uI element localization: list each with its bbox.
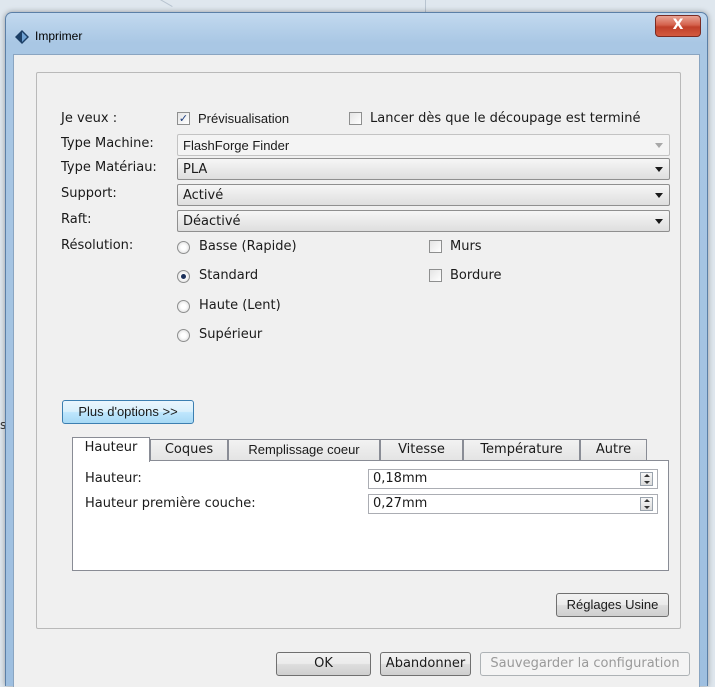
chevron-down-icon	[655, 219, 663, 224]
resolution-low-label: Basse (Rapide)	[199, 239, 297, 254]
factory-reset-button[interactable]: Réglages Usine	[556, 593, 669, 617]
resolution-standard-radio[interactable]	[177, 270, 190, 283]
walls-label: Murs	[450, 239, 482, 254]
ok-button[interactable]: OK	[276, 652, 371, 676]
save-config-button[interactable]: Sauvegarder la configuration	[480, 652, 690, 676]
tab-temperature[interactable]: Température	[463, 439, 580, 461]
first-layer-height-label: Hauteur première couche:	[85, 496, 256, 511]
chevron-down-icon	[655, 167, 663, 172]
height-tab-panel: Hauteur: 0,18mm Hauteur première couche:…	[72, 460, 669, 571]
resolution-label: Résolution:	[61, 238, 134, 253]
dialog-client-area: Je veux : ✓ Prévisualisation Lancer dès …	[13, 54, 700, 687]
resolution-superior-radio[interactable]	[177, 329, 190, 342]
material-type-value: PLA	[183, 162, 208, 177]
chevron-down-icon	[655, 143, 663, 148]
preview-label: Prévisualisation	[198, 111, 290, 126]
support-select[interactable]: Activé	[177, 184, 670, 206]
material-type-label: Type Matériau:	[61, 160, 157, 175]
raft-label: Raft:	[61, 212, 92, 227]
brim-label: Bordure	[450, 268, 502, 283]
spin-arrows-icon[interactable]	[640, 472, 653, 486]
resolution-high-label: Haute (Lent)	[199, 298, 281, 313]
support-value: Activé	[183, 188, 224, 203]
je-veux-label: Je veux :	[61, 111, 118, 126]
resolution-superior-label: Supérieur	[199, 327, 263, 342]
resolution-high-radio[interactable]	[177, 300, 190, 313]
background-line	[425, 0, 426, 12]
layer-height-spinbox[interactable]: 0,18mm	[368, 469, 658, 489]
close-button[interactable]: X	[655, 15, 701, 37]
resolution-standard-label: Standard	[199, 268, 259, 283]
resolution-low-radio[interactable]	[177, 241, 190, 254]
material-type-select[interactable]: PLA	[177, 158, 670, 180]
first-layer-height-spinbox[interactable]: 0,27mm	[368, 494, 658, 514]
background-line	[160, 0, 173, 8]
cancel-button[interactable]: Abandonner	[380, 652, 471, 676]
raft-select[interactable]: Déactivé	[177, 210, 670, 232]
preview-checkbox[interactable]: ✓	[177, 112, 190, 125]
tab-hauteur[interactable]: Hauteur	[72, 437, 150, 462]
more-options-button[interactable]: Plus d'options >>	[62, 400, 194, 424]
brim-checkbox[interactable]	[429, 269, 442, 282]
machine-type-label: Type Machine:	[61, 136, 154, 151]
raft-value: Déactivé	[183, 214, 241, 229]
support-label: Support:	[61, 186, 117, 201]
launch-after-slice-checkbox[interactable]	[349, 112, 362, 125]
print-dialog: Imprimer X Je veux : ✓ Prévisualisation …	[5, 12, 708, 687]
chevron-down-icon	[655, 193, 663, 198]
tab-remplissage-coeur[interactable]: Remplissage coeur	[228, 439, 380, 461]
machine-type-value: FlashForge Finder	[183, 138, 290, 153]
layer-height-value: 0,18mm	[373, 471, 428, 486]
walls-checkbox[interactable]	[429, 240, 442, 253]
layer-height-label: Hauteur:	[85, 471, 142, 486]
tab-autre[interactable]: Autre	[580, 439, 647, 461]
app-diamond-icon	[15, 30, 29, 44]
machine-type-select[interactable]: FlashForge Finder	[177, 134, 670, 156]
tab-vitesse[interactable]: Vitesse	[380, 439, 463, 461]
first-layer-height-value: 0,27mm	[373, 496, 428, 511]
title-bar[interactable]: Imprimer X	[6, 13, 707, 53]
window-title: Imprimer	[35, 29, 83, 43]
tab-coques[interactable]: Coques	[150, 439, 228, 461]
launch-after-slice-label: Lancer dès que le découpage est terminé	[370, 111, 641, 126]
spin-arrows-icon[interactable]	[640, 497, 653, 511]
print-settings-group: Je veux : ✓ Prévisualisation Lancer dès …	[36, 72, 681, 629]
